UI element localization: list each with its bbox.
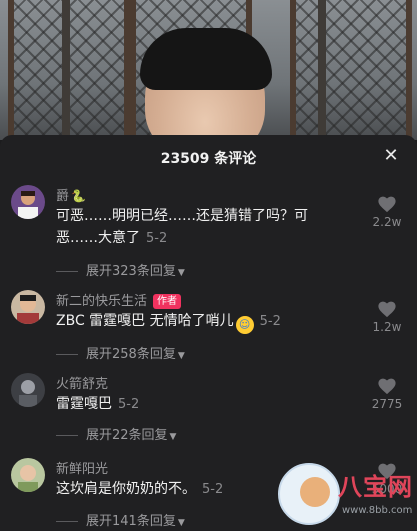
heart-icon (378, 378, 396, 395)
avatar[interactable] (11, 290, 45, 324)
close-icon[interactable]: ✕ (379, 144, 403, 168)
avatar[interactable] (11, 373, 45, 407)
chevron-down-icon: ▼ (169, 432, 177, 442)
fence-post (318, 0, 326, 140)
like-count: 1.2w (372, 320, 402, 334)
comment-time: 5-2 (146, 231, 168, 246)
like-button[interactable]: 2.2w (369, 195, 405, 229)
site-watermark: 八宝网 www.8bb.com (272, 457, 417, 531)
person-hair (140, 28, 272, 90)
heart-icon (378, 196, 396, 213)
comment-time: 5-2 (259, 314, 281, 329)
snake-emoji-icon: 🐍 (71, 189, 86, 203)
chevron-down-icon: ▼ (177, 351, 185, 361)
comment-username[interactable]: 新二的快乐生活 作者 (56, 290, 182, 309)
like-count: 2775 (371, 397, 403, 411)
watermark-title: 八宝网 (338, 473, 413, 501)
comment-text: 可恶……明明已经……还是猜错了吗？可恶……大意了 5-2 (56, 208, 308, 246)
like-button[interactable]: 1.2w (369, 300, 405, 334)
fence-panel (290, 0, 412, 140)
expand-replies-button[interactable]: 展开258条回复 ▼ (56, 343, 185, 362)
chevron-down-icon: ▼ (177, 518, 185, 528)
comment-panel-header: 23509 条评论 ✕ (0, 135, 417, 179)
author-badge: 作者 (153, 294, 182, 309)
fence-post (62, 0, 70, 140)
comment-time: 5-2 (118, 397, 140, 412)
expand-replies-button[interactable]: 展开323条回复 ▼ (56, 260, 185, 279)
comment-username[interactable]: 爵 🐍 (56, 185, 86, 204)
comment-time: 5-2 (202, 482, 224, 497)
laughing-emoji-icon: ☺ (235, 316, 254, 334)
comment-text: 雷霆嘎巴 5-2 (56, 396, 140, 412)
like-button[interactable]: 2775 (369, 377, 405, 411)
watermark-logo (278, 463, 340, 525)
chevron-down-icon: ▼ (177, 268, 185, 278)
expand-replies-button[interactable]: 展开22条回复 ▼ (56, 424, 176, 443)
like-count: 2.2w (372, 215, 402, 229)
expand-replies-button[interactable]: 展开141条回复 ▼ (56, 510, 185, 529)
watermark-url: www.8bb.com (342, 505, 413, 516)
heart-icon (378, 301, 396, 318)
avatar[interactable] (11, 458, 45, 492)
comment-text: ZBC 雷霆嘎巴 无情哈了哨儿 ☺ 5-2 (56, 310, 346, 334)
video-background (0, 0, 417, 140)
comment-count-title: 23509 条评论 (160, 151, 257, 167)
comment-username[interactable]: 火箭舒克 (56, 373, 108, 392)
comment-username[interactable]: 新鲜阳光 (56, 458, 108, 477)
avatar[interactable] (11, 185, 45, 219)
